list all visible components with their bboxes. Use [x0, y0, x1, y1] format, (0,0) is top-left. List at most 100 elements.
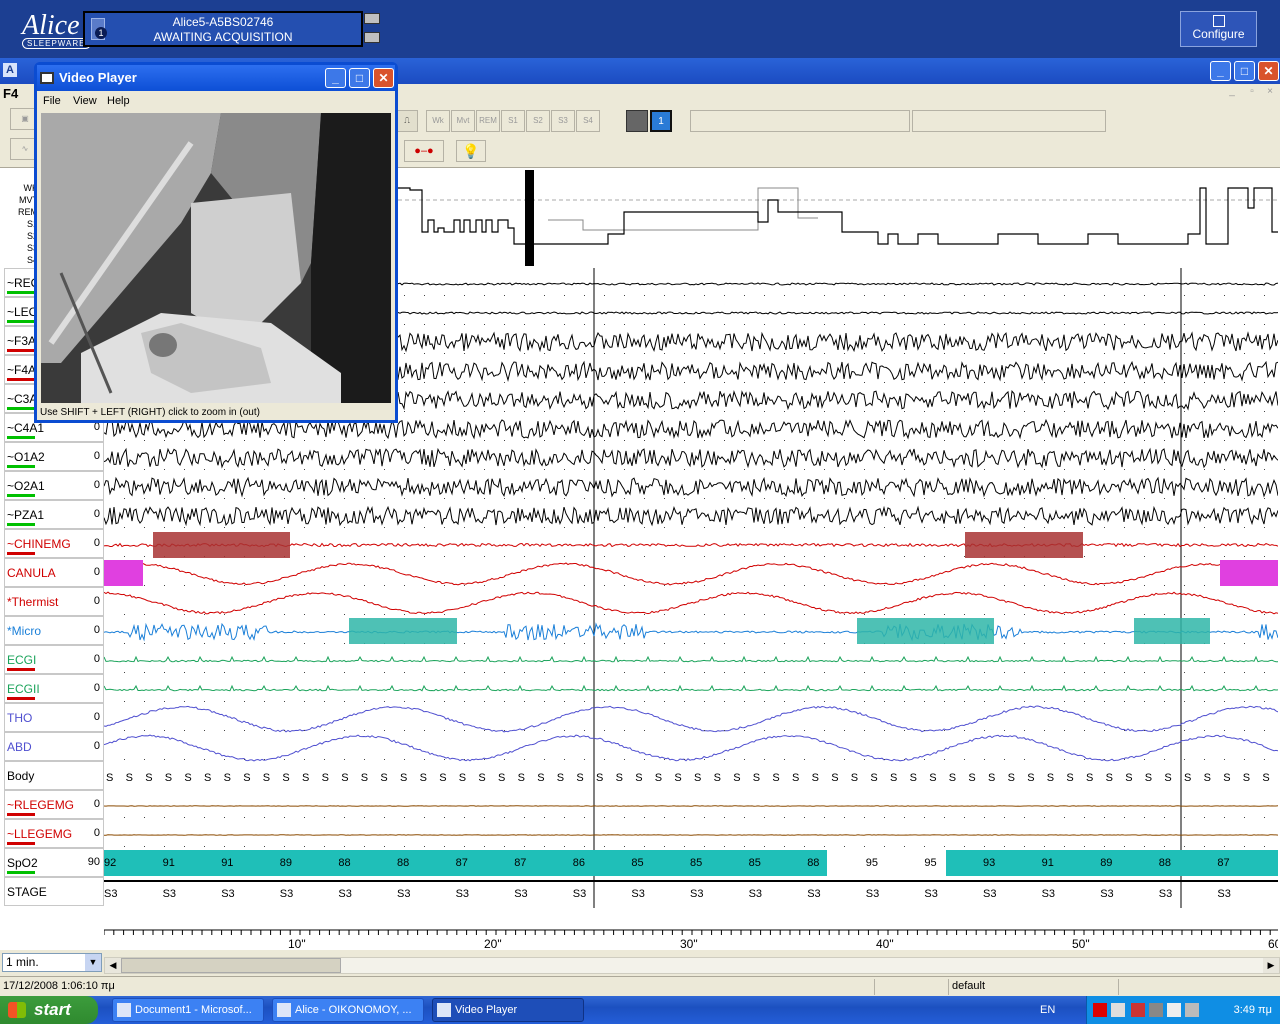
event-marker-icon[interactable]: ●‒●: [404, 140, 444, 162]
body-position-marker: S: [988, 772, 995, 784]
grid-dot: [184, 672, 185, 673]
close-button[interactable]: ✕: [1258, 61, 1279, 81]
grid-dot: [1044, 440, 1045, 441]
scroll-left-icon[interactable]: ◀: [105, 958, 121, 973]
channel-label[interactable]: SpO2 90: [4, 848, 104, 877]
grid-dot: [1104, 527, 1105, 528]
grid-dot: [144, 730, 145, 731]
task-alice[interactable]: Alice - OIKONOMOY, ...: [272, 998, 424, 1022]
stage-button-s3[interactable]: S3: [551, 110, 575, 132]
video-menu-view[interactable]: View: [73, 95, 97, 107]
mdi-close-icon[interactable]: ×: [1262, 86, 1278, 100]
body-position-marker: S: [635, 772, 642, 784]
channel-label[interactable]: ABD 0: [4, 732, 104, 761]
grid-dot: [684, 440, 685, 441]
video-frame[interactable]: [41, 113, 391, 403]
ati-icon[interactable]: [1093, 1003, 1107, 1017]
grid-dot: [1024, 643, 1025, 644]
scroll-thumb[interactable]: [121, 958, 341, 973]
view-mode-button-2[interactable]: 1: [650, 110, 672, 132]
body-position-marker: S: [1066, 772, 1073, 784]
channel-label[interactable]: ~PZA1 0: [4, 500, 104, 529]
status-bar: 17/12/2008 1:06:10 πμ default: [0, 976, 1280, 996]
device-status-box[interactable]: 1 Alice5-A5BS02746 AWAITING ACQUISITION: [83, 11, 363, 47]
bulb-icon[interactable]: 💡: [456, 140, 486, 162]
channel-value: 0: [93, 682, 100, 694]
stage-button-mvt[interactable]: Mvt: [451, 110, 475, 132]
grid-dot: [344, 527, 345, 528]
grid-dot: [364, 759, 365, 760]
video-minimize-button[interactable]: _: [325, 68, 346, 88]
video-menu-file[interactable]: File: [43, 95, 61, 107]
language-indicator[interactable]: EN: [1040, 996, 1055, 1024]
video-menu-help[interactable]: Help: [107, 95, 130, 107]
grid-dot: [864, 556, 865, 557]
device-side-button-1[interactable]: [364, 13, 380, 24]
stage-button-wk[interactable]: Wk: [426, 110, 450, 132]
device-side-button-2[interactable]: [364, 32, 380, 43]
grid-dot: [1164, 527, 1165, 528]
stage-button-s4[interactable]: S4: [576, 110, 600, 132]
channel-label[interactable]: *Micro 0: [4, 616, 104, 645]
antivirus-icon[interactable]: [1131, 1003, 1145, 1017]
grid-dot: [444, 585, 445, 586]
timebase-dropdown[interactable]: 1 min. ▼: [2, 953, 102, 972]
task-word[interactable]: Document1 - Microsof...: [112, 998, 264, 1022]
video-player-title: Video Player: [59, 70, 137, 85]
grid-dot: [224, 440, 225, 441]
safely-remove-icon[interactable]: [1185, 1003, 1199, 1017]
channel-label[interactable]: CANULA 0: [4, 558, 104, 587]
channel-label[interactable]: Body: [4, 761, 104, 790]
channel-label[interactable]: ~O1A2 0: [4, 442, 104, 471]
minimize-button[interactable]: _: [1210, 61, 1231, 81]
configure-button[interactable]: Configure: [1180, 11, 1257, 47]
chevron-down-icon[interactable]: ▼: [85, 954, 101, 971]
channel-label[interactable]: ~RLEGEMG 0: [4, 790, 104, 819]
network-icon[interactable]: [1111, 1003, 1125, 1017]
horizontal-scrollbar[interactable]: ◀ ▶: [104, 957, 1280, 974]
tray-app-icon[interactable]: [1149, 1003, 1163, 1017]
volume-icon[interactable]: [1167, 1003, 1181, 1017]
channel-label[interactable]: THO 0: [4, 703, 104, 732]
channel-label[interactable]: STAGE: [4, 877, 104, 906]
stage-button-rem[interactable]: REM: [476, 110, 500, 132]
start-button[interactable]: start: [0, 996, 98, 1024]
channel-label[interactable]: *Thermist 0: [4, 587, 104, 616]
grid-dot: [424, 324, 425, 325]
grid-dot: [964, 382, 965, 383]
grid-dot: [424, 730, 425, 731]
grid-dot: [1084, 295, 1085, 296]
video-close-button[interactable]: ✕: [373, 68, 394, 88]
view-mode-button-1[interactable]: [626, 110, 648, 132]
grid-dot: [184, 527, 185, 528]
channel-label[interactable]: ECGI 0: [4, 645, 104, 674]
video-maximize-button[interactable]: □: [349, 68, 370, 88]
channel-label[interactable]: ECGII 0: [4, 674, 104, 703]
task-video-player[interactable]: Video Player: [432, 998, 584, 1022]
maximize-button[interactable]: □: [1234, 61, 1255, 81]
grid-dot: [404, 469, 405, 470]
grid-dot: [244, 614, 245, 615]
mdi-minimize-icon[interactable]: _: [1224, 86, 1240, 100]
channel-label[interactable]: ~LLEGEMG 0: [4, 819, 104, 848]
channel-label[interactable]: ~O2A1 0: [4, 471, 104, 500]
mdi-restore-icon[interactable]: ▫: [1244, 86, 1260, 100]
grid-dot: [904, 614, 905, 615]
scroll-right-icon[interactable]: ▶: [1263, 958, 1279, 973]
grid-dot: [744, 614, 745, 615]
stage-button-s2[interactable]: S2: [526, 110, 550, 132]
grid-dot: [804, 585, 805, 586]
grid-dot: [1244, 295, 1245, 296]
body-position-marker: S: [596, 772, 603, 784]
grid-dot: [1164, 382, 1165, 383]
spo2-value: 95: [866, 857, 878, 869]
signal-icon[interactable]: ⎍: [396, 110, 418, 132]
grid-dot: [744, 324, 745, 325]
stage-button-s1[interactable]: S1: [501, 110, 525, 132]
channel-label[interactable]: ~CHINEMG 0: [4, 529, 104, 558]
menu-channel-label: F4: [3, 86, 19, 101]
grid-dot: [344, 846, 345, 847]
grid-dot: [484, 614, 485, 615]
grid-dot: [744, 643, 745, 644]
hypnogram[interactable]: [398, 168, 1278, 268]
